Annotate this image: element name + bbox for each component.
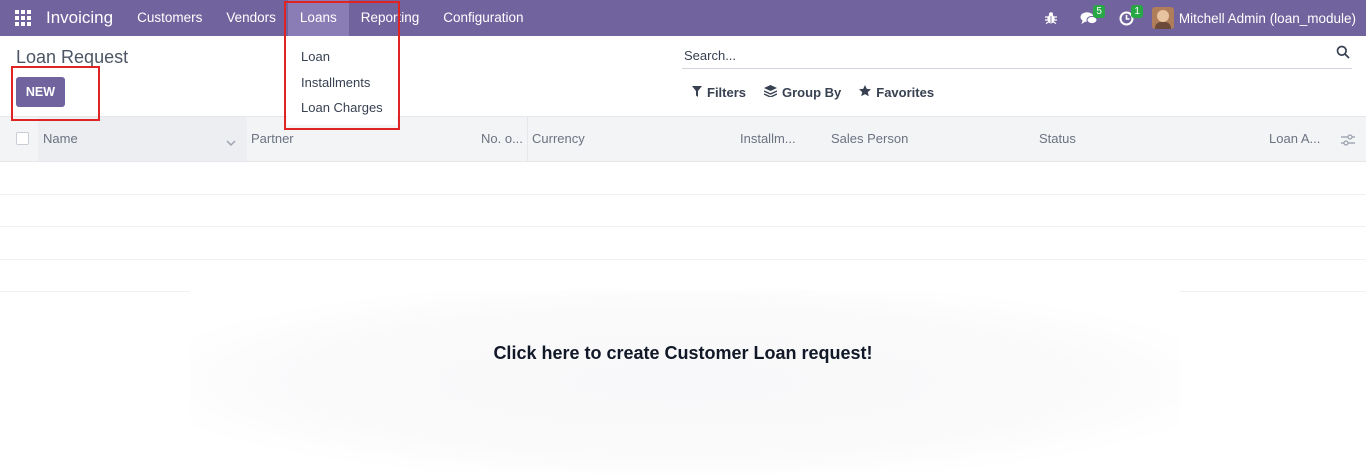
empty-state-message[interactable]: Click here to create Customer Loan reque… xyxy=(0,343,1366,364)
activities-clock-icon[interactable]: 1 xyxy=(1108,0,1146,36)
favorites-label: Favorites xyxy=(876,85,935,100)
user-name[interactable]: Mitchell Admin (loan_module) xyxy=(1179,11,1356,26)
activities-badge: 1 xyxy=(1131,5,1143,18)
messages-badge: 5 xyxy=(1093,5,1105,18)
column-loan-amount[interactable]: Loan A... xyxy=(1269,117,1320,161)
apps-menu-icon[interactable] xyxy=(0,0,46,36)
page-title: Loan Request xyxy=(16,47,129,67)
menu-configuration[interactable]: Configuration xyxy=(431,0,535,36)
user-avatar[interactable] xyxy=(1151,7,1174,29)
column-installment-amount[interactable]: Installm... xyxy=(740,117,796,161)
column-separator xyxy=(527,117,528,161)
chevron-down-icon[interactable] xyxy=(226,134,236,152)
debug-bug-icon[interactable] xyxy=(1032,0,1070,36)
filter-funnel-icon xyxy=(692,85,702,100)
search-icon[interactable] xyxy=(1336,45,1350,64)
menu-vendors[interactable]: Vendors xyxy=(214,0,288,36)
column-status[interactable]: Status xyxy=(1039,117,1076,161)
favorites-button[interactable]: Favorites xyxy=(859,85,934,100)
group-by-label: Group By xyxy=(782,85,842,100)
column-currency[interactable]: Currency xyxy=(532,117,585,161)
search-bar xyxy=(682,42,1352,69)
star-icon xyxy=(859,85,872,100)
select-all-checkbox[interactable] xyxy=(16,132,29,145)
highlight-new-button xyxy=(11,66,100,121)
column-no-of-installments[interactable]: No. o... xyxy=(481,117,523,161)
list-header: Name Partner No. o... Currency Installm.… xyxy=(0,116,1366,162)
menu-customers[interactable]: Customers xyxy=(125,0,214,36)
search-input[interactable] xyxy=(684,45,1314,65)
empty-row-divider xyxy=(0,226,1366,227)
search-options: Filters Group By Favorites xyxy=(692,85,934,100)
highlight-loans-menu xyxy=(284,1,400,130)
filters-button[interactable]: Filters xyxy=(692,85,746,100)
empty-row-divider xyxy=(0,259,1366,260)
app-name[interactable]: Invoicing xyxy=(46,8,113,28)
empty-state-background xyxy=(190,290,1180,473)
column-name[interactable]: Name xyxy=(43,117,78,161)
layers-icon xyxy=(763,85,778,100)
filters-label: Filters xyxy=(707,85,747,100)
column-sales-person[interactable]: Sales Person xyxy=(831,117,908,161)
messages-icon[interactable]: 5 xyxy=(1070,0,1108,36)
group-by-button[interactable]: Group By xyxy=(763,85,842,100)
empty-row-divider xyxy=(0,194,1366,195)
top-navbar: Invoicing Customers Vendors Loans Report… xyxy=(0,0,1366,36)
optional-columns-toggle-icon[interactable] xyxy=(1341,133,1355,151)
